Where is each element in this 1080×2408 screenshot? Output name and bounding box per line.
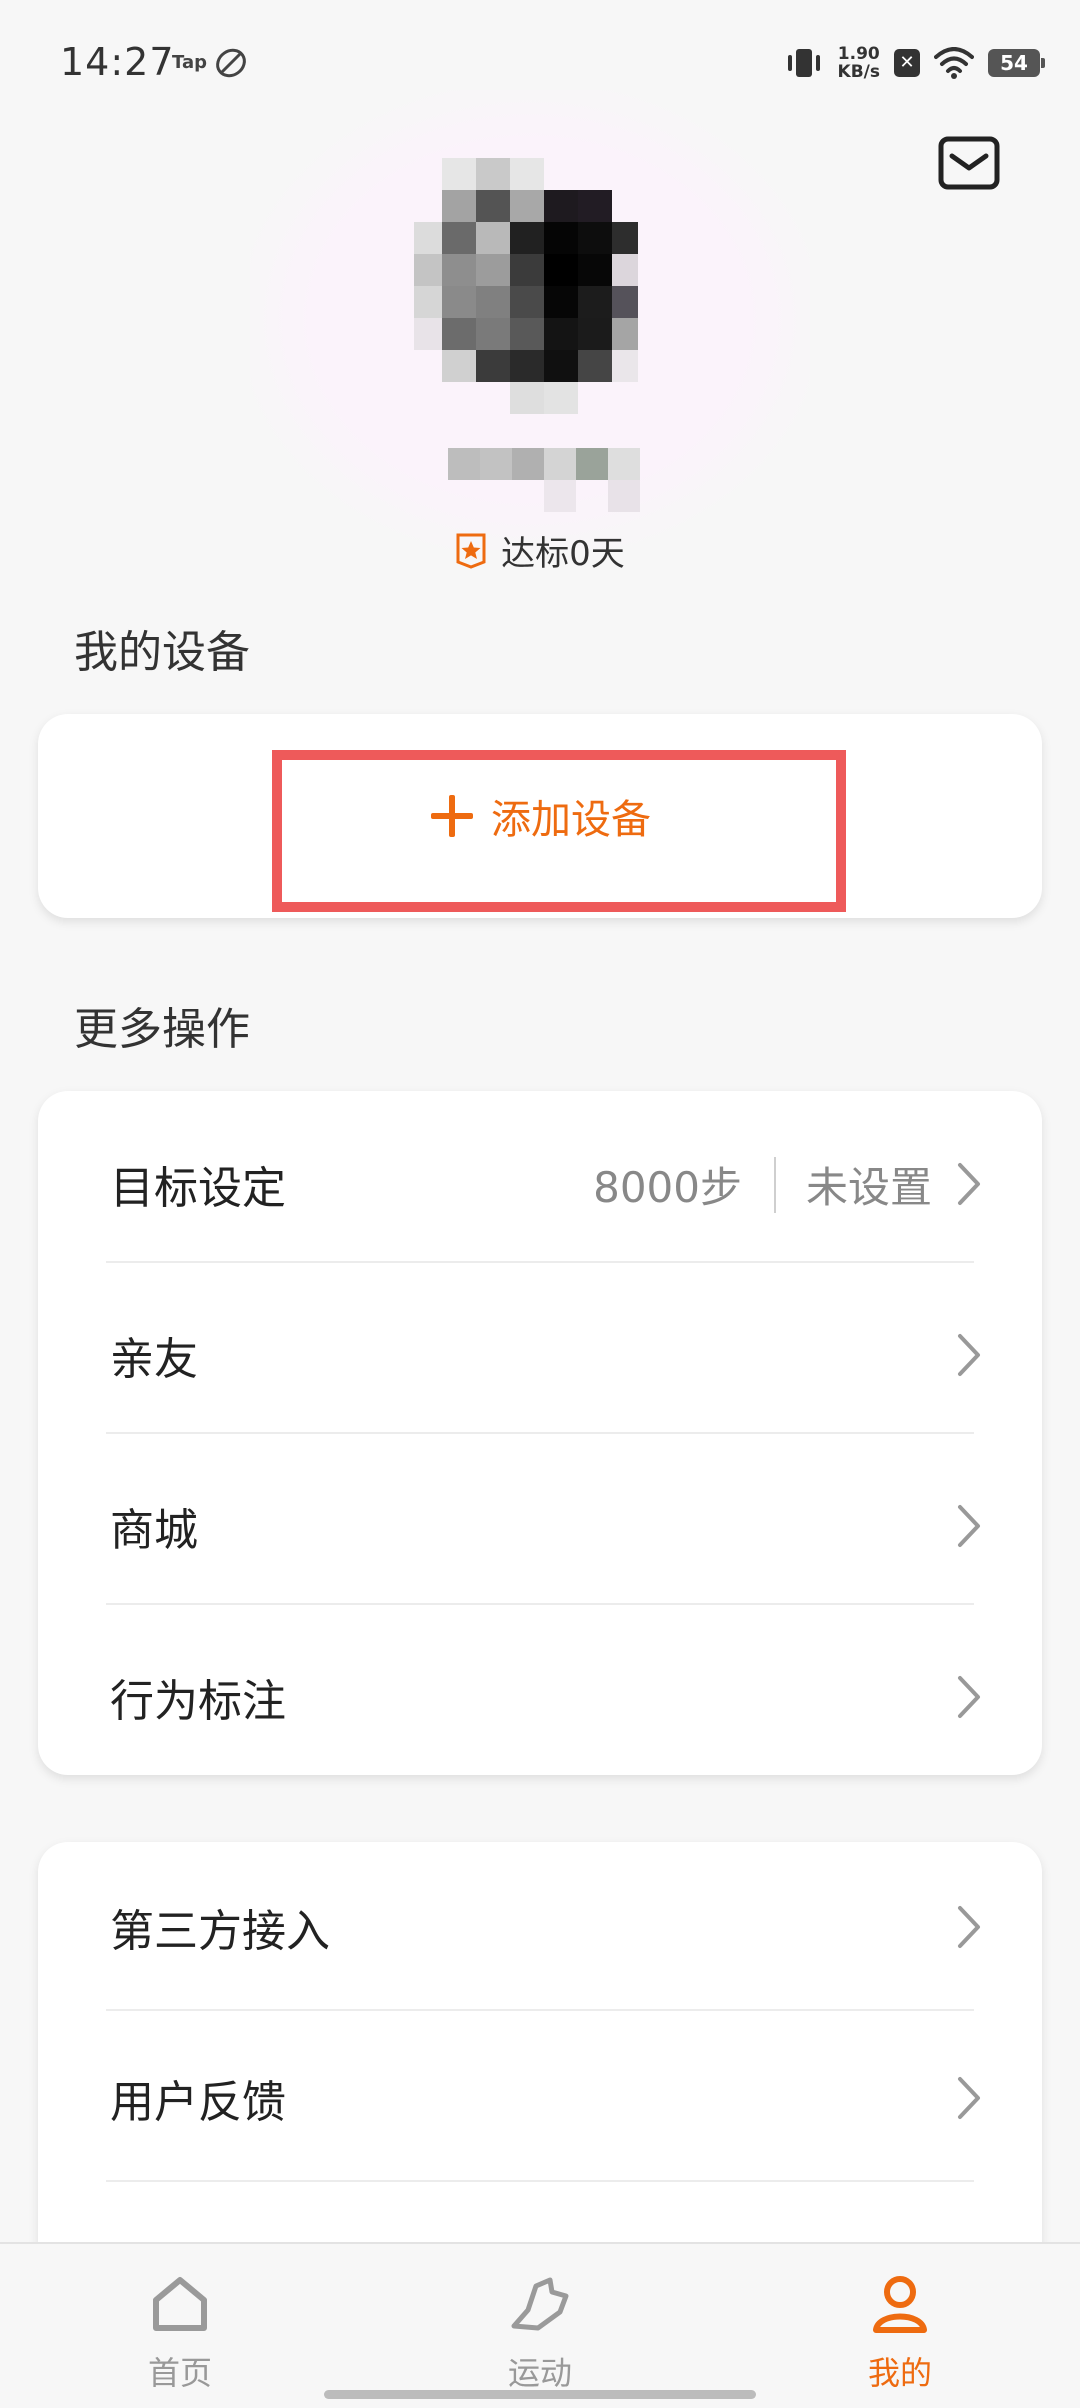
- goal-steps-value: 8000步: [593, 1162, 742, 1212]
- row-label: 用户反馈: [110, 2077, 286, 2128]
- goal-status-value: 未设置: [805, 1162, 932, 1212]
- vibrate-icon: [787, 49, 820, 77]
- nav-mine[interactable]: 我的: [750, 2244, 1050, 2408]
- avatar[interactable]: [414, 158, 638, 414]
- bottom-nav: 首页 运动 我的: [0, 2242, 1080, 2408]
- network-speed: 1.90 KB/s: [837, 44, 880, 82]
- divider: [106, 1261, 974, 1263]
- nav-home[interactable]: 首页: [30, 2244, 330, 2408]
- row-label: 商城: [110, 1505, 198, 1556]
- chevron-right-icon: [958, 1676, 980, 1718]
- add-device-button[interactable]: 添加设备: [38, 714, 1042, 918]
- home-icon: [153, 2277, 207, 2331]
- divider: [106, 1603, 974, 1605]
- home-indicator[interactable]: [324, 2390, 756, 2399]
- battery-icon: 54: [988, 49, 1045, 77]
- goal-days-label: 达标0天: [501, 534, 625, 574]
- more-actions-card: 目标设定 8000步 未设置 亲友 商城 行为标注: [38, 1091, 1042, 1775]
- mail-icon[interactable]: [938, 136, 1000, 190]
- nav-sport[interactable]: 运动: [390, 2244, 690, 2408]
- nav-label: 我的: [867, 2354, 932, 2392]
- goal-days: 达标0天: [0, 526, 1080, 575]
- section-title-devices: 我的设备: [74, 627, 250, 678]
- nav-label: 运动: [507, 2354, 572, 2392]
- row-feedback[interactable]: 用户反馈: [38, 2013, 1042, 2183]
- row-mall[interactable]: 商城: [38, 1441, 1042, 1611]
- leaf-app-icon: [216, 48, 246, 78]
- row-label: 第三方接入: [110, 1906, 330, 1957]
- row-goal-setting[interactable]: 目标设定 8000步 未设置: [38, 1099, 1042, 1269]
- wifi-icon: [934, 47, 974, 79]
- row-third-party[interactable]: 第三方接入: [38, 1842, 1042, 2012]
- chevron-right-icon: [958, 1334, 980, 1376]
- row-label: 目标设定: [110, 1163, 286, 1214]
- chevron-right-icon: [958, 1906, 980, 1948]
- shoe-icon: [511, 2277, 569, 2331]
- row-behavior-tagging[interactable]: 行为标注: [38, 1612, 1042, 1775]
- chevron-right-icon: [958, 1505, 980, 1547]
- value-divider: [774, 1157, 776, 1213]
- chevron-right-icon: [958, 1163, 980, 1205]
- row-label: 亲友: [110, 1334, 198, 1385]
- divider: [106, 2180, 974, 2182]
- profile-page: 14:27 Tap 1.90 KB/s ✕ 54 达标0天 我的设备 添加设备 …: [0, 0, 1080, 2408]
- plus-icon: [431, 795, 473, 837]
- add-device-label: 添加设备: [491, 797, 651, 843]
- no-sim-icon: ✕: [894, 49, 920, 77]
- person-icon: [873, 2276, 927, 2333]
- row-friends[interactable]: 亲友: [38, 1270, 1042, 1440]
- chevron-right-icon: [958, 2077, 980, 2119]
- badge-star-icon: [456, 533, 486, 569]
- divider: [106, 1432, 974, 1434]
- divider: [106, 2009, 974, 2011]
- row-label: 行为标注: [110, 1676, 286, 1727]
- section-title-more: 更多操作: [74, 1004, 250, 1055]
- nav-label: 首页: [147, 2354, 212, 2392]
- status-time: 14:27: [60, 40, 175, 84]
- status-icons: 1.90 KB/s ✕ 54: [784, 40, 1045, 86]
- tap-app-icon: Tap: [172, 52, 207, 73]
- device-card: 添加设备: [38, 714, 1042, 918]
